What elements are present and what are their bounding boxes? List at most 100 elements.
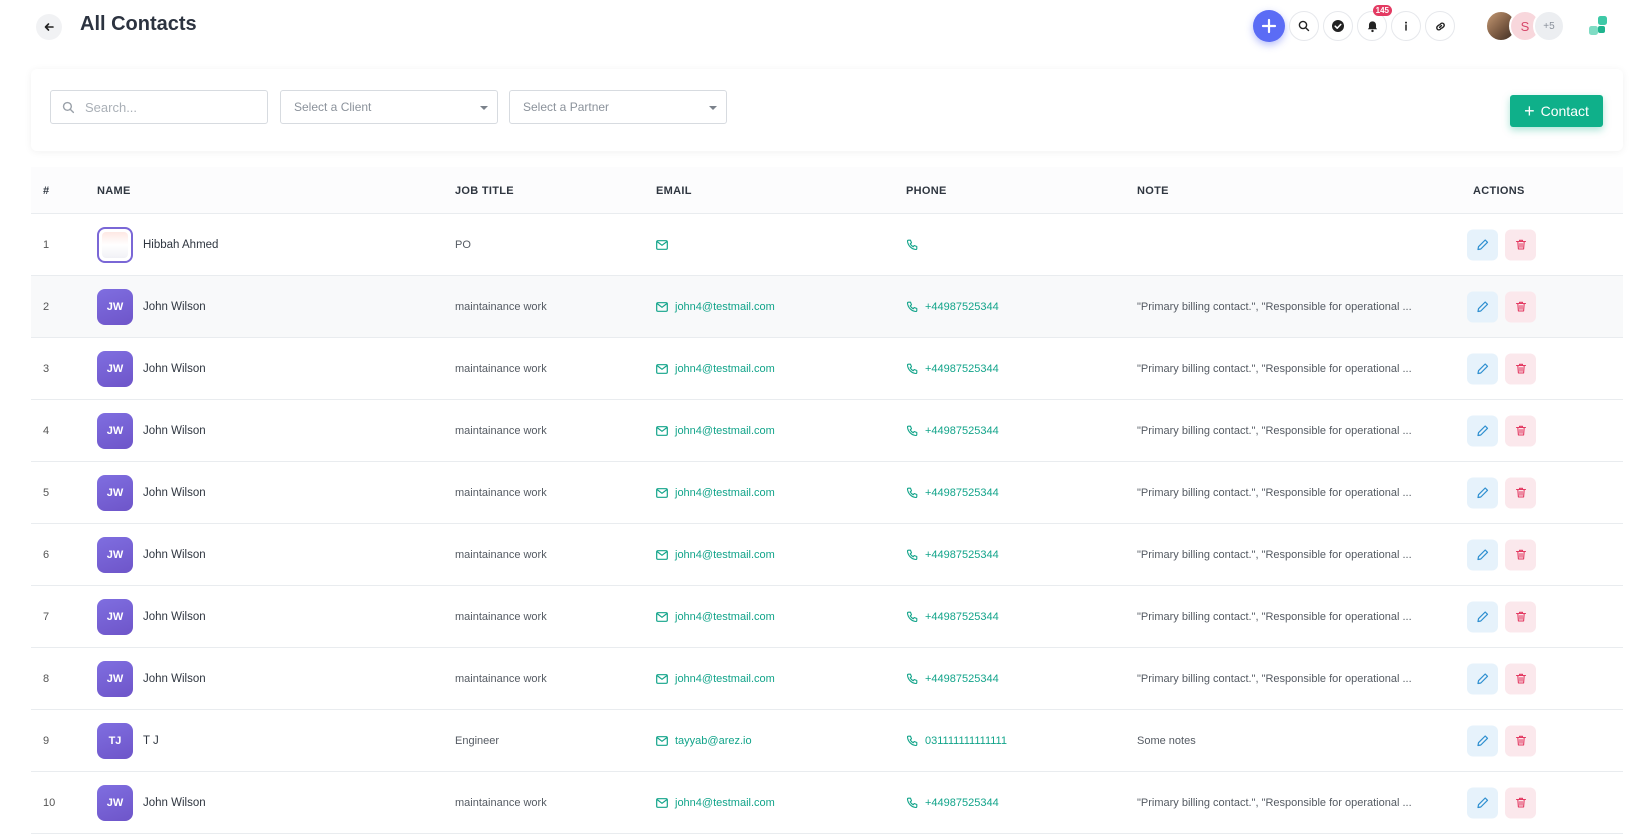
delete-button[interactable]: [1505, 477, 1536, 508]
table-row[interactable]: 5 JW John Wilson maintainance work john4@tes…: [31, 462, 1623, 524]
email-link[interactable]: john4@testmail.com: [656, 363, 775, 375]
email-link[interactable]: john4@testmail.com: [656, 301, 775, 313]
phone-icon: [906, 301, 918, 312]
contact-name[interactable]: John Wilson: [143, 797, 206, 809]
contact-name[interactable]: John Wilson: [143, 301, 206, 313]
phone-link[interactable]: +44987525344: [906, 363, 999, 375]
email-link[interactable]: tayyab@arez.io: [656, 735, 752, 747]
table-row[interactable]: 2 JW John Wilson maintainance work john4@tes…: [31, 276, 1623, 338]
avatar: JW: [97, 288, 133, 325]
search-icon: [1298, 20, 1310, 32]
team-avatars[interactable]: S +5: [1485, 10, 1565, 42]
job-title: maintainance work: [455, 486, 547, 499]
note-text: "Primary billing contact.", "Responsible…: [1137, 362, 1412, 375]
table-row[interactable]: 9 TJ T J Engineer tayyab@arez.io 031111111111…: [31, 710, 1623, 772]
contact-name[interactable]: John Wilson: [143, 425, 206, 437]
edit-button[interactable]: [1467, 353, 1498, 384]
add-contact-button[interactable]: + Contact: [1510, 95, 1603, 127]
info-button[interactable]: [1391, 11, 1421, 41]
email-link[interactable]: john4@testmail.com: [656, 425, 775, 437]
email-link[interactable]: john4@testmail.com: [656, 611, 775, 623]
edit-button[interactable]: [1467, 663, 1498, 694]
email-text: john4@testmail.com: [675, 362, 775, 375]
partner-select[interactable]: Select a Partner: [509, 90, 727, 124]
phone-link[interactable]: +44987525344: [906, 301, 999, 313]
email-link[interactable]: [656, 239, 675, 250]
table-row[interactable]: 8 JW John Wilson maintainance work john4@tes…: [31, 648, 1623, 710]
contact-name[interactable]: John Wilson: [143, 673, 206, 685]
row-number: 8: [43, 672, 50, 685]
mail-icon: [656, 363, 668, 374]
phone-link[interactable]: +44987525344: [906, 549, 999, 561]
table-row[interactable]: 7 JW John Wilson maintainance work john4@tes…: [31, 586, 1623, 648]
mail-icon: [656, 797, 668, 808]
phone-link[interactable]: +44987525344: [906, 487, 999, 499]
job-title: Engineer: [455, 734, 500, 747]
edit-button[interactable]: [1467, 477, 1498, 508]
trash-icon: [1515, 425, 1526, 436]
table-row[interactable]: 4 JW John Wilson maintainance work john4@tes…: [31, 400, 1623, 462]
email-text: john4@testmail.com: [675, 548, 775, 561]
delete-button[interactable]: [1505, 663, 1536, 694]
notifications-button[interactable]: 145: [1357, 5, 1392, 41]
delete-button[interactable]: [1505, 291, 1536, 322]
email-link[interactable]: john4@testmail.com: [656, 549, 775, 561]
edit-button[interactable]: [1467, 601, 1498, 632]
contact-name[interactable]: John Wilson: [143, 487, 206, 499]
row-number: 6: [43, 548, 50, 561]
row-number: 7: [43, 610, 50, 623]
delete-button[interactable]: [1505, 725, 1536, 756]
mail-icon: [656, 549, 668, 560]
tasks-button[interactable]: [1323, 11, 1353, 41]
trash-icon: [1515, 363, 1526, 374]
contact-name[interactable]: Hibbah Ahmed: [143, 239, 218, 251]
quick-add-button[interactable]: [1253, 10, 1285, 42]
column-header-number: #: [43, 185, 50, 197]
delete-button[interactable]: [1505, 539, 1536, 570]
phone-link[interactable]: +44987525344: [906, 611, 999, 623]
back-button[interactable]: [36, 14, 62, 40]
phone-text: 031111111111111: [925, 734, 1007, 747]
phone-link[interactable]: +44987525344: [906, 673, 999, 685]
phone-link[interactable]: +44987525344: [906, 425, 999, 437]
email-link[interactable]: john4@testmail.com: [656, 673, 775, 685]
logo-icon: [1589, 16, 1607, 35]
delete-button[interactable]: [1505, 787, 1536, 818]
email-link[interactable]: john4@testmail.com: [656, 487, 775, 499]
edit-button[interactable]: [1467, 291, 1498, 322]
contact-name[interactable]: John Wilson: [143, 611, 206, 623]
avatar: JW: [97, 412, 133, 449]
edit-button[interactable]: [1467, 539, 1498, 570]
table-row[interactable]: 6 JW John Wilson maintainance work john4@tes…: [31, 524, 1623, 586]
filter-bar: Search... Select a Client Select a Partn…: [31, 69, 1623, 151]
phone-link[interactable]: 031111111111111: [906, 735, 1007, 747]
contact-name[interactable]: T J: [143, 735, 159, 747]
phone-link[interactable]: [906, 239, 925, 251]
pencil-icon: [1476, 549, 1488, 561]
phone-link[interactable]: +44987525344: [906, 797, 999, 809]
job-title: PO: [455, 238, 471, 251]
search-button[interactable]: [1289, 11, 1319, 41]
contact-name[interactable]: John Wilson: [143, 549, 206, 561]
search-input[interactable]: Search...: [50, 90, 268, 124]
more-members-badge[interactable]: +5: [1533, 10, 1565, 42]
table-row[interactable]: 1 Hibbah Ahmed PO: [31, 214, 1623, 276]
table-body: 1 Hibbah Ahmed PO 2 JW John Wilson maintainanc…: [31, 214, 1623, 834]
table-row[interactable]: 3 JW John Wilson maintainance work john4@tes…: [31, 338, 1623, 400]
delete-button[interactable]: [1505, 229, 1536, 260]
client-select[interactable]: Select a Client: [280, 90, 498, 124]
link-button[interactable]: [1425, 11, 1455, 41]
edit-button[interactable]: [1467, 725, 1498, 756]
edit-button[interactable]: [1467, 415, 1498, 446]
edit-button[interactable]: [1467, 787, 1498, 818]
email-link[interactable]: john4@testmail.com: [656, 797, 775, 809]
partner-select-value: Select a Partner: [523, 100, 610, 114]
delete-button[interactable]: [1505, 353, 1536, 384]
edit-button[interactable]: [1467, 229, 1498, 260]
mail-icon: [656, 425, 668, 436]
delete-button[interactable]: [1505, 601, 1536, 632]
contact-name[interactable]: John Wilson: [143, 363, 206, 375]
delete-button[interactable]: [1505, 415, 1536, 446]
table-row[interactable]: 10 JW John Wilson maintainance work john4@te…: [31, 772, 1623, 834]
note-text: Some notes: [1137, 734, 1196, 747]
